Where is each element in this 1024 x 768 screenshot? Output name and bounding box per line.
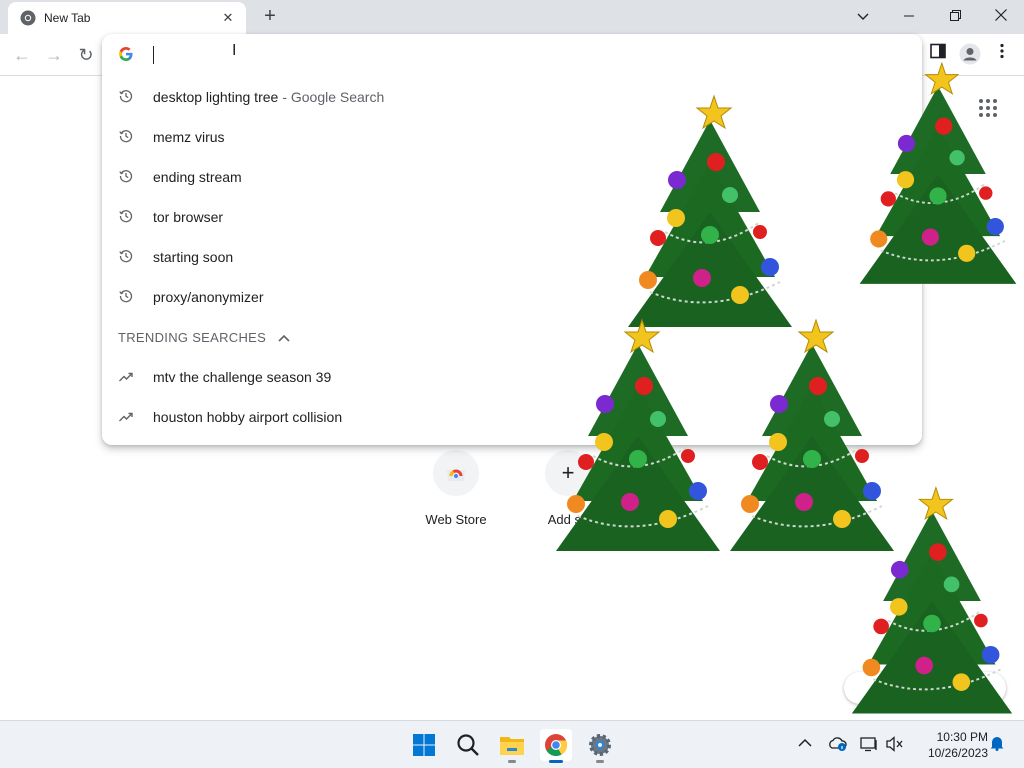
bell-icon	[990, 737, 1004, 751]
trending-icon	[118, 409, 134, 425]
text-caret	[153, 46, 154, 64]
ibeam-cursor-icon: I	[232, 42, 237, 59]
forward-button[interactable]: →	[42, 43, 66, 67]
settings-button[interactable]	[584, 729, 616, 763]
taskbar: 10:30 PM 10/26/2023	[0, 720, 1024, 768]
network-tray-button[interactable]	[860, 736, 880, 755]
shortcut-web-store[interactable]: Web Store	[416, 450, 496, 527]
suggestion-text: tor browser	[153, 209, 224, 225]
suggestion-text: desktop lighting tree	[153, 89, 279, 105]
chevron-up-icon	[278, 331, 290, 345]
minimize-button[interactable]	[886, 2, 932, 30]
christmas-tree-decoration	[556, 318, 720, 551]
history-icon	[118, 89, 134, 106]
windows-start-icon	[413, 734, 435, 756]
file-explorer-icon	[500, 737, 524, 755]
muted-speaker-icon	[886, 736, 903, 752]
chevron-up-icon	[798, 738, 812, 747]
tab-search-button[interactable]	[840, 2, 886, 30]
new-tab-button[interactable]: +	[258, 5, 282, 29]
close-tab-icon[interactable]: ✕	[220, 10, 236, 26]
forward-arrow-icon: →	[45, 45, 63, 65]
start-button[interactable]	[408, 729, 440, 761]
trending-header: TRENDING SEARCHES	[118, 330, 267, 345]
omnibox-input[interactable]	[152, 43, 892, 67]
running-indicator	[596, 760, 604, 763]
taskbar-clock[interactable]: 10:30 PM 10/26/2023	[912, 729, 988, 761]
network-icon	[860, 737, 877, 752]
history-icon	[118, 209, 134, 226]
omnibox-row: I	[102, 34, 922, 76]
search-icon	[457, 734, 479, 756]
suggestion-text: memz virus	[153, 129, 225, 145]
clock-date: 10/26/2023	[927, 746, 988, 760]
trending-text: houston hobby airport collision	[153, 409, 343, 425]
trending-searches-toggle[interactable]: TRENDING SEARCHES	[118, 330, 290, 345]
chrome-icon	[545, 734, 567, 756]
notifications-button[interactable]	[990, 735, 1004, 754]
restore-icon	[949, 10, 961, 21]
back-arrow-icon: ←	[13, 45, 31, 65]
close-window-button[interactable]	[978, 2, 1024, 30]
trending-text: mtv the challenge season 39	[153, 369, 332, 385]
history-icon	[118, 169, 134, 186]
running-indicator	[508, 760, 516, 763]
suggestion-text: ending stream	[153, 169, 242, 185]
history-icon	[118, 249, 134, 266]
active-indicator	[549, 760, 563, 763]
minimize-icon	[904, 15, 914, 17]
volume-tray-button[interactable]	[886, 736, 904, 755]
back-button[interactable]: ←	[10, 43, 34, 67]
suggestion-suffix: - Google Search	[282, 89, 385, 105]
suggestion-text: starting soon	[153, 249, 234, 265]
history-icon	[118, 289, 134, 306]
close-icon	[995, 9, 1007, 21]
christmas-tree-decoration	[851, 486, 1013, 714]
restore-button[interactable]	[932, 2, 978, 30]
file-explorer-button[interactable]	[496, 729, 528, 763]
plus-icon: +	[264, 5, 276, 27]
christmas-tree-decoration	[628, 94, 792, 327]
onedrive-tray-button[interactable]	[828, 736, 848, 755]
trending-icon	[118, 369, 134, 385]
chrome-taskbar-button[interactable]	[540, 729, 572, 763]
reload-button[interactable]: ↻	[74, 43, 98, 67]
chrome-icon	[20, 10, 36, 26]
clock-time: 10:30 PM	[936, 730, 988, 744]
taskbar-search-button[interactable]	[452, 729, 484, 761]
web-store-icon	[433, 450, 479, 496]
settings-icon	[589, 734, 611, 756]
christmas-tree-decoration	[859, 61, 1017, 284]
tab-strip: New Tab ✕ +	[0, 0, 1024, 34]
history-icon	[118, 129, 134, 146]
shortcut-label: Web Store	[425, 512, 487, 527]
show-hidden-icons-button[interactable]	[798, 735, 812, 751]
reload-icon: ↻	[78, 45, 94, 65]
chevron-down-icon	[857, 13, 869, 20]
tab-new-tab[interactable]: New Tab ✕	[8, 2, 246, 34]
cloud-info-icon	[829, 737, 847, 751]
tab-title: New Tab	[44, 11, 91, 25]
google-g-icon	[118, 46, 134, 64]
suggestion-text: proxy/anonymizer	[153, 289, 264, 305]
